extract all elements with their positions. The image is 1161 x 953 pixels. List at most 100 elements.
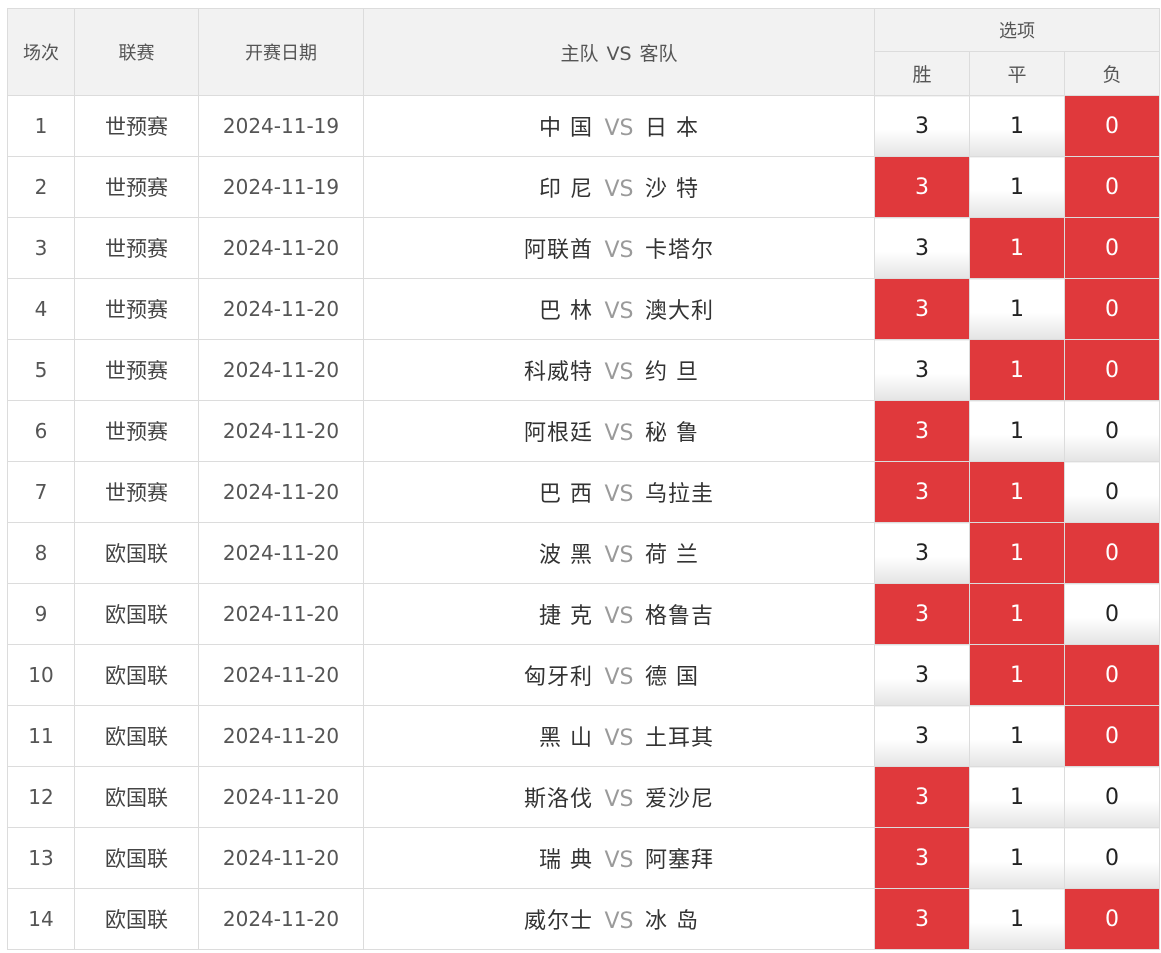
option-loss-selected[interactable]: 0 [1063,217,1161,279]
option-draw[interactable]: 1 [969,766,1065,828]
match-date: 2024-11-20 [198,278,364,340]
option-win-selected[interactable]: 3 [874,278,970,340]
option-draw-selected[interactable]: 1 [969,217,1065,279]
table-row: 12 欧国联 2024-11-20 斯洛伐 VS 爱沙尼 3 1 0 [7,766,1161,828]
option-draw[interactable]: 1 [969,400,1065,462]
home-team: 巴 林 [539,299,593,324]
option-win[interactable]: 3 [874,217,970,279]
option-draw[interactable]: 1 [969,705,1065,767]
league-name: 世预赛 [74,339,199,401]
league-name: 欧国联 [74,644,199,706]
option-loss[interactable]: 0 [1063,827,1161,889]
option-loss-selected[interactable]: 0 [1063,278,1161,340]
option-win-selected[interactable]: 3 [874,156,970,218]
option-draw[interactable]: 1 [969,827,1065,889]
option-loss[interactable]: 0 [1063,400,1161,462]
vs-label: VS [604,360,634,385]
match-teams: 威尔士 VS 冰 岛 [363,888,875,950]
vs-label: VS [604,543,634,568]
home-team: 斯洛伐 [523,787,593,812]
vs-label: VS [604,116,634,141]
table-row: 4 世预赛 2024-11-20 巴 林 VS 澳大利 3 1 0 [7,278,1161,340]
match-teams: 捷 克 VS 格鲁吉 [363,583,875,645]
header-loss: 负 [1063,51,1161,96]
match-number: 2 [7,156,75,218]
home-team: 威尔士 [523,909,593,934]
option-win-selected[interactable]: 3 [874,461,970,523]
league-name: 世预赛 [74,156,199,218]
option-draw[interactable]: 1 [969,888,1065,950]
table-row: 6 世预赛 2024-11-20 阿根廷 VS 秘 鲁 310 [7,400,1161,462]
option-draw[interactable]: 1 [969,156,1065,218]
match-number: 5 [7,339,75,401]
match-number: 6 [7,400,75,462]
away-team: 荷 兰 [645,543,699,568]
option-loss-selected[interactable]: 0 [1063,95,1161,157]
option-win-selected[interactable]: 3 [874,888,970,950]
header-date: 开赛日期 [198,8,364,96]
home-team: 印 尼 [539,177,593,202]
league-name: 欧国联 [74,583,199,645]
header-vs: VS [606,42,632,65]
home-team: 捷 克 [539,604,593,629]
away-team: 格鲁吉 [645,604,715,629]
option-win[interactable]: 3 [874,339,970,401]
option-loss-selected[interactable]: 0 [1063,705,1161,767]
table-row: 10 欧国联 2024-11-20 匈牙利 VS 德 国310 [7,644,1161,706]
option-loss-selected[interactable]: 0 [1063,888,1161,950]
vs-label: VS [604,177,634,202]
vs-label: VS [604,482,634,507]
option-draw-selected[interactable]: 1 [969,339,1065,401]
league-name: 欧国联 [74,827,199,889]
league-name: 世预赛 [74,95,199,157]
match-teams: 巴 西 VS 乌拉圭 [363,461,875,523]
header-match: 主队 VS 客队 [363,8,875,96]
option-draw[interactable]: 1 [969,278,1065,340]
match-date: 2024-11-20 [198,888,364,950]
away-team: 澳大利 [645,299,715,324]
league-name: 世预赛 [74,217,199,279]
match-teams: 斯洛伐 VS 爱沙尼 [363,766,875,828]
option-win-selected[interactable]: 3 [874,400,970,462]
match-date: 2024-11-19 [198,95,364,157]
option-win[interactable]: 3 [874,644,970,706]
league-name: 欧国联 [74,522,199,584]
match-date: 2024-11-20 [198,339,364,401]
home-team: 波 黑 [539,543,593,568]
match-number: 7 [7,461,75,523]
option-draw-selected[interactable]: 1 [969,583,1065,645]
away-team: 沙 特 [645,177,699,202]
option-win[interactable]: 3 [874,522,970,584]
home-team: 中 国 [539,116,593,141]
option-draw[interactable]: 1 [969,95,1065,157]
option-win-selected[interactable]: 3 [874,827,970,889]
vs-label: VS [604,787,634,812]
table-row: 3 世预赛 2024-11-20 阿联酋 VS 卡塔尔 3 1 0 [7,217,1161,279]
option-loss-selected[interactable]: 0 [1063,644,1161,706]
option-loss-selected[interactable]: 0 [1063,522,1161,584]
away-team: 乌拉圭 [645,482,715,507]
league-name: 欧国联 [74,705,199,767]
option-win[interactable]: 3 [874,95,970,157]
table-row: 14 欧国联 2024-11-20 威尔士 VS 冰 岛 310 [7,888,1161,950]
table-header: 场次 联赛 开赛日期 主队 VS 客队 选项 胜 平 负 [7,8,1161,96]
match-number: 1 [7,95,75,157]
option-win-selected[interactable]: 3 [874,766,970,828]
option-draw-selected[interactable]: 1 [969,522,1065,584]
away-team: 土耳其 [645,726,715,751]
option-loss[interactable]: 0 [1063,461,1161,523]
match-number: 4 [7,278,75,340]
option-loss-selected[interactable]: 0 [1063,156,1161,218]
option-draw-selected[interactable]: 1 [969,644,1065,706]
option-loss-selected[interactable]: 0 [1063,339,1161,401]
home-team: 阿根廷 [523,421,593,446]
option-draw-selected[interactable]: 1 [969,461,1065,523]
option-loss[interactable]: 0 [1063,766,1161,828]
header-seq: 场次 [7,8,75,96]
option-win-selected[interactable]: 3 [874,583,970,645]
home-team: 阿联酋 [523,238,593,263]
vs-label: VS [604,665,634,690]
option-win[interactable]: 3 [874,705,970,767]
table-row: 9 欧国联 2024-11-20 捷 克 VS 格鲁吉 3 1 0 [7,583,1161,645]
option-loss[interactable]: 0 [1063,583,1161,645]
